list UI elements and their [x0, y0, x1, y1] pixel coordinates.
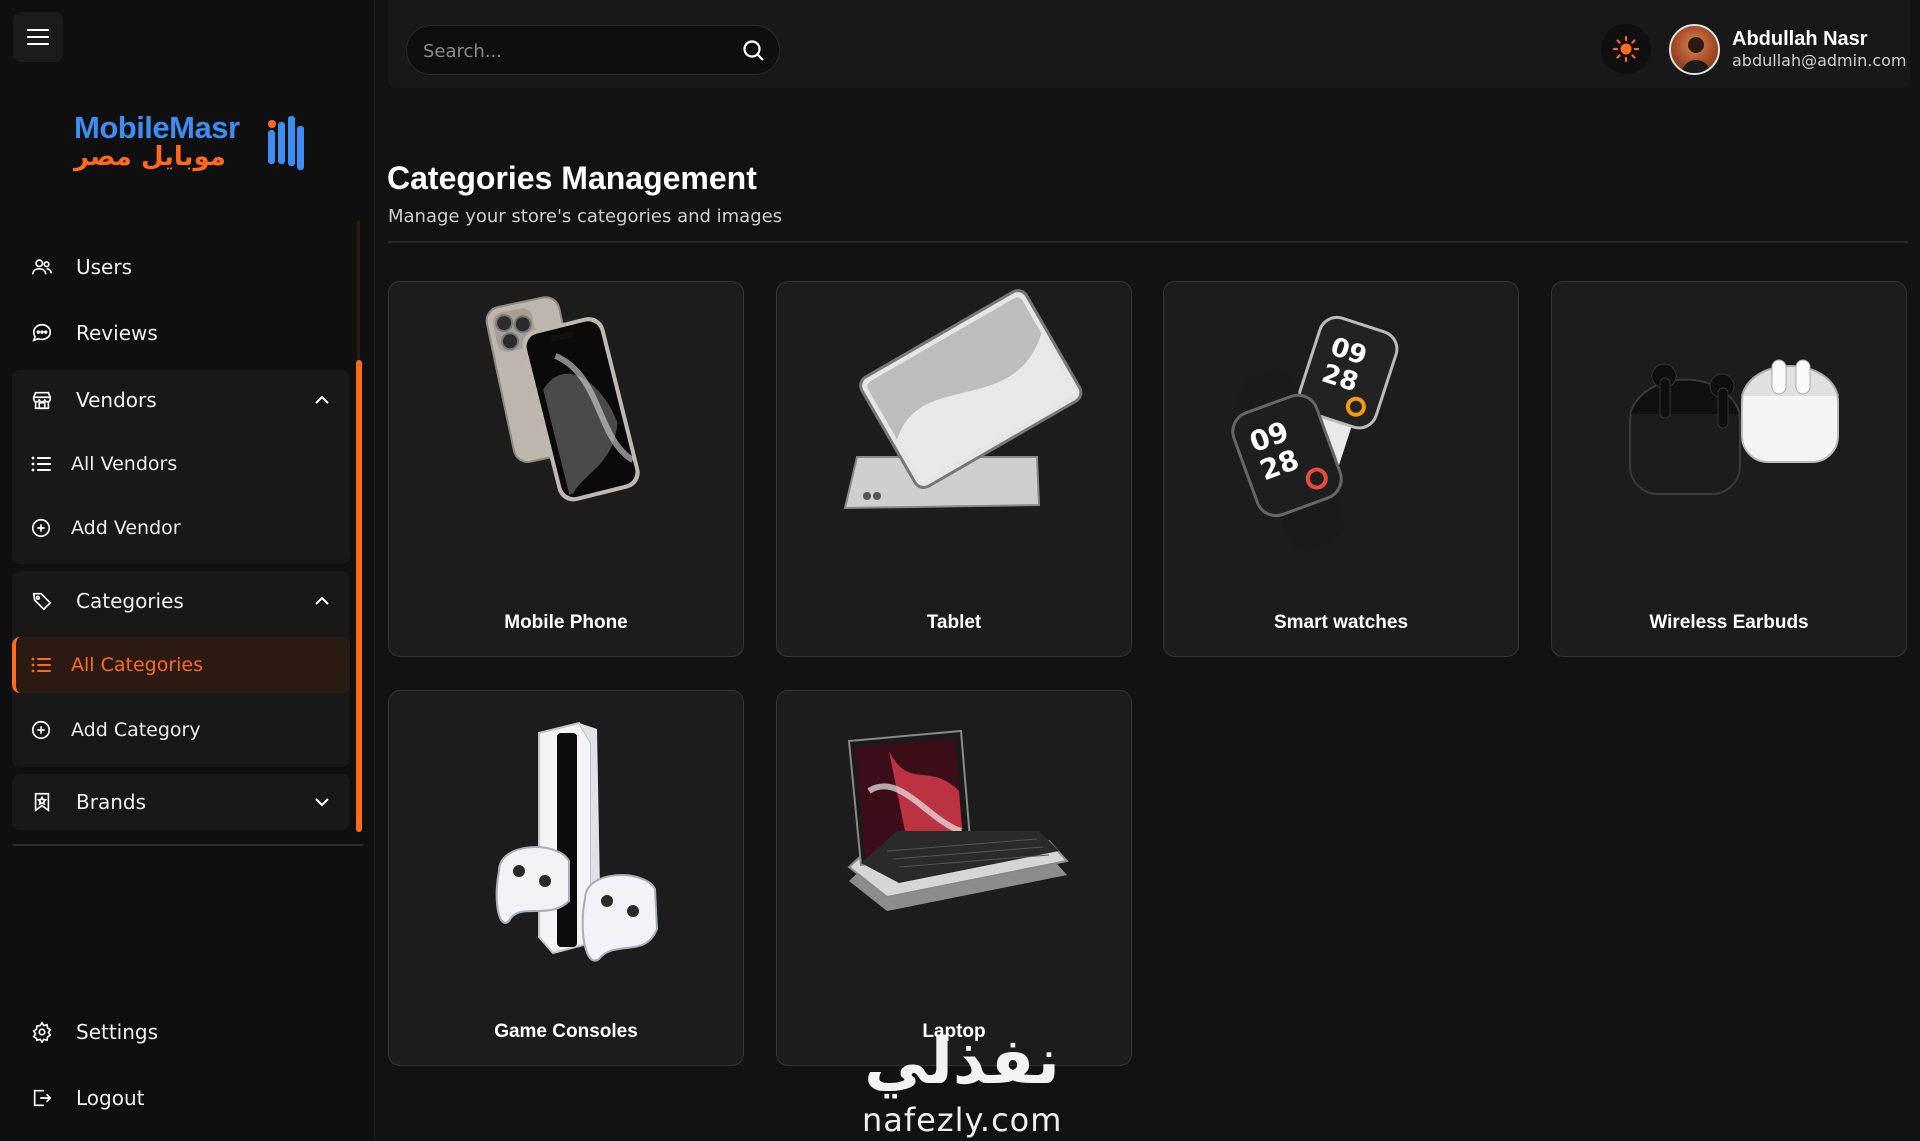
brand-name-en: MobileMasr [74, 110, 240, 145]
sidebar-item-reviews[interactable]: Reviews [14, 305, 350, 361]
sidebar-item-label: All Vendors [71, 453, 178, 475]
search-icon[interactable] [741, 38, 767, 64]
sidebar-item-all-categories[interactable]: All Categories [12, 637, 350, 693]
sidebar-item-label: Users [76, 255, 133, 279]
console-image [495, 721, 659, 962]
plus-circle-icon [29, 516, 53, 540]
category-name: Tablet [926, 612, 982, 633]
sidebar-item-vendors[interactable]: Vendors [14, 372, 350, 428]
laptop-image [847, 729, 1069, 911]
sidebar-item-all-vendors[interactable]: All Vendors [12, 436, 350, 492]
heading-divider [388, 241, 1908, 243]
avatar[interactable] [1669, 24, 1720, 75]
page-title: Categories Management [387, 160, 757, 196]
category-card[interactable]: Game Consoles [388, 690, 744, 1066]
sidebar-item-label: Settings [76, 1020, 159, 1044]
category-card[interactable]: Mobile Phone [388, 281, 744, 657]
chevron-up-icon [315, 395, 329, 404]
sidebar-item-settings[interactable]: Settings [14, 1004, 350, 1060]
phone-image [485, 296, 640, 502]
search-input[interactable] [423, 38, 723, 64]
store-icon [30, 388, 54, 412]
list-icon [29, 653, 53, 677]
sidebar-item-label: Add Category [71, 719, 201, 741]
scroll-track [357, 220, 360, 360]
user-email: abdullah@admin.com [1732, 51, 1907, 70]
theme-toggle-button[interactable] [1601, 24, 1651, 74]
gear-icon [30, 1020, 54, 1044]
earbuds-image [1629, 359, 1839, 495]
tag-icon [30, 589, 54, 613]
category-card[interactable]: Wireless Earbuds [1551, 281, 1907, 657]
scrollbar-thumb[interactable] [356, 360, 362, 832]
plus-circle-icon [29, 718, 53, 742]
sidebar-item-label: Vendors [76, 388, 157, 412]
chevron-down-icon [315, 798, 329, 807]
sun-icon [1612, 35, 1640, 63]
chevron-up-icon [315, 596, 329, 605]
sidebar-item-add-vendor[interactable]: Add Vendor [12, 500, 350, 556]
menu-toggle-button[interactable] [13, 12, 63, 62]
logout-icon [30, 1086, 54, 1110]
search-box[interactable] [406, 25, 780, 75]
category-name: Wireless Earbuds [1649, 612, 1809, 633]
sidebar: MobileMasr موبايل مصر Users Reviews Vend… [0, 0, 375, 1141]
category-name: Mobile Phone [504, 612, 628, 633]
sidebar-item-label: All Categories [71, 654, 204, 676]
chat-bubble-icon [30, 321, 54, 345]
sidebar-item-label: Reviews [76, 321, 158, 345]
category-card[interactable]: Tablet [776, 281, 1132, 657]
page-subtitle: Manage your store's categories and image… [388, 206, 783, 227]
watermark-url: nafezly.com [862, 1101, 1063, 1139]
category-card[interactable]: 09 28 09 28 Smart watches [1163, 281, 1519, 657]
bookmark-icon [30, 790, 54, 814]
smartwatch-image: 09 28 09 28 [1231, 315, 1399, 550]
category-name: Game Consoles [494, 1021, 638, 1042]
sidebar-item-logout[interactable]: Logout [14, 1070, 350, 1126]
sidebar-item-brands[interactable]: Brands [14, 774, 350, 830]
brand-name-ar: موبايل مصر [74, 142, 226, 172]
sidebar-divider [13, 844, 363, 846]
logo-bars-icon [268, 116, 304, 170]
sidebar-item-label: Categories [76, 589, 184, 613]
users-icon [30, 255, 54, 279]
watermark-arabic: نفذلي [864, 1025, 1060, 1099]
sidebar-item-categories[interactable]: Categories [14, 573, 350, 629]
user-name: Abdullah Nasr [1732, 28, 1868, 50]
sidebar-item-label: Logout [76, 1086, 145, 1110]
brand-logo[interactable]: MobileMasr موبايل مصر [70, 108, 310, 178]
sidebar-item-label: Add Vendor [71, 517, 181, 539]
sidebar-item-add-category[interactable]: Add Category [12, 702, 350, 758]
category-card[interactable]: Laptop [776, 690, 1132, 1066]
category-name: Smart watches [1273, 612, 1409, 633]
watermark: نفذلي nafezly.com [852, 1025, 1072, 1141]
sidebar-item-label: Brands [76, 790, 146, 814]
sidebar-item-users[interactable]: Users [14, 239, 350, 295]
list-icon [29, 452, 53, 476]
tablet-image [843, 289, 1083, 510]
hamburger-icon [27, 29, 49, 45]
